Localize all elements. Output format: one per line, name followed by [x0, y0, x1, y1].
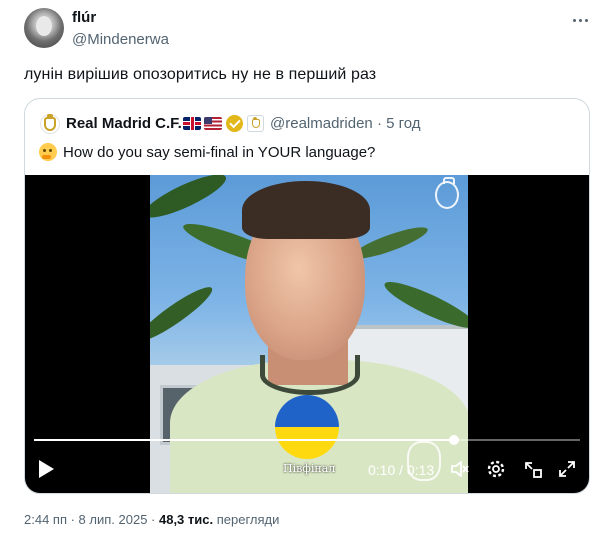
quoted-avatar[interactable] — [40, 114, 60, 134]
thinking-face-icon — [39, 143, 57, 161]
ukraine-flag-sticker-icon — [275, 395, 339, 459]
quoted-author-name[interactable]: Real Madrid C.F. — [66, 115, 182, 132]
more-options-icon[interactable] — [570, 10, 590, 30]
video-progress-bar[interactable] — [34, 435, 580, 445]
video-player[interactable]: Півфінал 0:10 / 0:13 — [25, 175, 589, 493]
video-caption: Півфінал — [283, 462, 336, 475]
us-flag-icon — [204, 117, 222, 130]
quoted-handle-time: @realmadriden · 5 год — [270, 115, 421, 132]
affiliation-badge-icon[interactable] — [247, 115, 264, 132]
author-handle[interactable]: @Mindenerwa — [72, 31, 169, 48]
tweet-text: лунін вирішив опозоритись ну не в перший… — [24, 66, 377, 83]
real-madrid-crest-icon — [44, 114, 56, 131]
play-button[interactable] — [39, 460, 55, 478]
quoted-tweet[interactable]: Real Madrid C.F. @realmadriden · 5 год H… — [24, 98, 590, 494]
author-avatar[interactable] — [24, 8, 64, 48]
fullscreen-icon[interactable] — [557, 459, 577, 479]
progress-fill — [34, 439, 455, 441]
settings-gear-icon[interactable] — [486, 459, 506, 479]
video-time: 0:10 / 0:13 — [368, 462, 435, 478]
views-label: перегляди — [213, 512, 280, 527]
author-name[interactable]: flúr — [72, 9, 96, 26]
view-count: 48,3 тис. — [158, 512, 214, 527]
quoted-text: How do you say semi-final in YOUR langua… — [63, 144, 376, 161]
tweet-metadata: 2:44 пп · 8 лип. 2025 · 48,3 тис. перегл… — [24, 512, 279, 527]
volume-icon[interactable] — [450, 459, 470, 479]
uk-flag-icon — [183, 117, 201, 130]
picture-in-picture-icon[interactable] — [523, 459, 543, 479]
real-madrid-watermark-icon — [435, 177, 459, 209]
verified-badge-icon[interactable] — [226, 115, 243, 132]
tweet-timestamp[interactable]: 2:44 пп · 8 лип. 2025 · — [24, 512, 159, 527]
